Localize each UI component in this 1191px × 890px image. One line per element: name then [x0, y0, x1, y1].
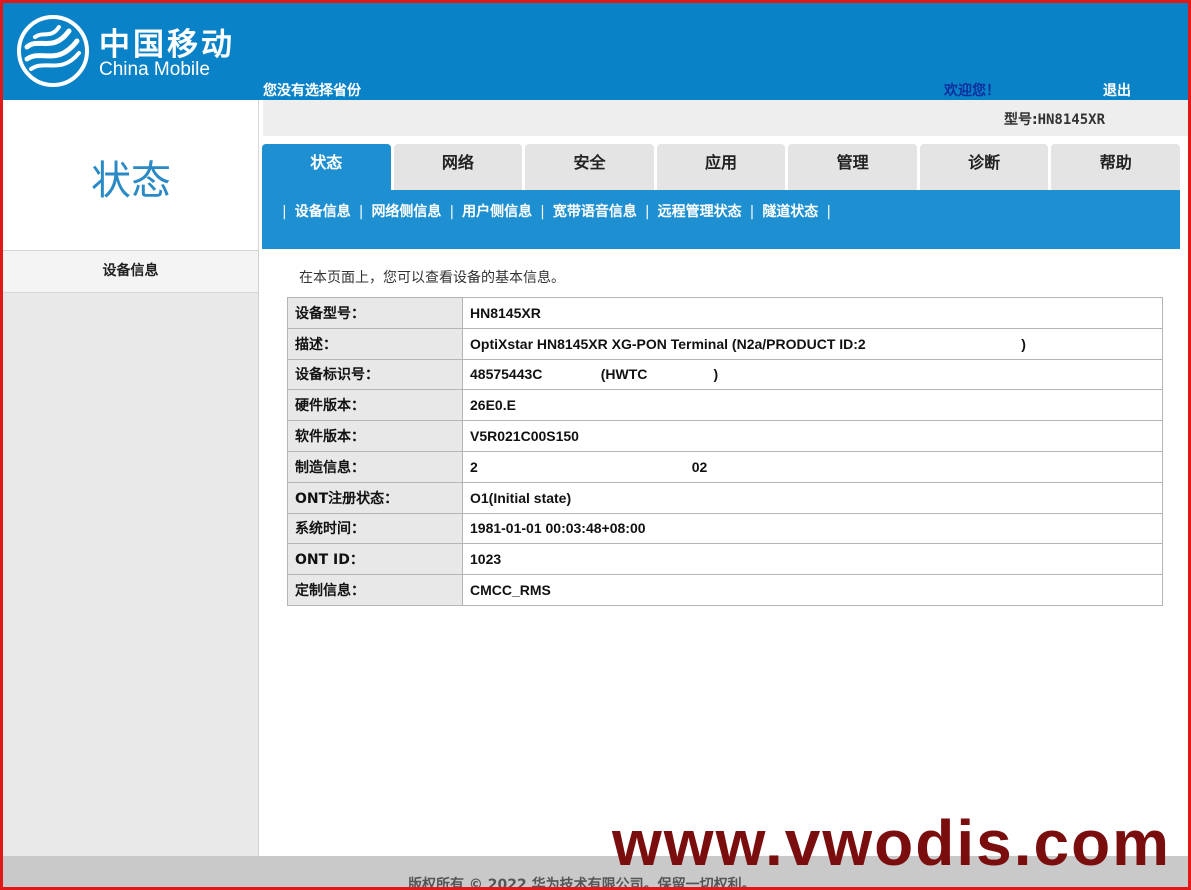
subnav-device-info[interactable]: 设备信息	[295, 204, 351, 220]
subnav-separator: |	[282, 204, 287, 220]
field-value-software-version: V5R021C00S150	[462, 420, 1163, 452]
field-label-ont-registration-status: ONT注册状态：	[287, 481, 463, 514]
subnav-separator: |	[749, 204, 755, 220]
field-value-hardware-version: 26E0.E	[462, 389, 1163, 422]
subnav-separator: |	[644, 204, 650, 220]
field-value-description: OptiXstar HN8145XR XG-PON Terminal (N2a/…	[462, 327, 1163, 360]
table-row: 定制信息： CMCC_RMS	[287, 574, 1163, 606]
field-value-ont-registration-status: O1(Initial state)	[462, 481, 1163, 514]
subnav-remote-management-status[interactable]: 远程管理状态	[658, 204, 742, 220]
table-row: 设备标识号： 48575443C (HWTC )	[287, 358, 1163, 391]
subnav-voice-info[interactable]: 宽带语音信息	[553, 204, 637, 220]
table-row: 设备型号： HN8145XR	[287, 297, 1163, 329]
field-label-device-model: 设备型号：	[287, 297, 463, 329]
main-tabs: 状态 网络 安全 应用 管理 诊断 帮助	[262, 144, 1181, 190]
table-row: 系统时间： 1981-01-01 00:03:48+08:00	[287, 512, 1163, 545]
china-mobile-logo-icon	[17, 15, 89, 87]
tab-application[interactable]: 应用	[656, 144, 786, 190]
sidebar-item-device-info[interactable]: 设备信息	[3, 250, 258, 293]
model-label: 型号:	[1003, 112, 1038, 128]
table-row: 制造信息： 2 02	[287, 450, 1163, 483]
subnav-separator: |	[540, 204, 545, 220]
tab-security[interactable]: 安全	[525, 144, 654, 190]
tab-status[interactable]: 状态	[262, 144, 391, 190]
table-row: 描述： OptiXstar HN8145XR XG-PON Terminal (…	[287, 327, 1163, 360]
field-label-custom-info: 定制信息：	[287, 574, 463, 606]
brand-name-cn: 中国移动	[99, 27, 235, 63]
model-value: HN8145XR	[1037, 112, 1105, 128]
field-label-device-id: 设备标识号：	[287, 358, 463, 391]
tab-diagnosis[interactable]: 诊断	[919, 144, 1049, 190]
subnav-separator: |	[358, 204, 364, 220]
model-info: 型号:HN8145XR	[1004, 109, 1105, 129]
page-title: 状态	[91, 158, 171, 204]
field-label-description: 描述：	[287, 327, 463, 360]
field-value-manufacture-info: 2 02	[462, 450, 1163, 483]
logout-link[interactable]: 退出	[1103, 80, 1131, 100]
tab-help[interactable]: 帮助	[1051, 144, 1181, 190]
table-row: ONT ID： 1023	[287, 543, 1163, 576]
intro-text: 在本页面上，您可以查看设备的基本信息。	[299, 270, 565, 286]
top-header: 中国移动 China Mobile 您没有选择省份 欢迎您！ 退出	[3, 3, 1188, 100]
sub-navigation: | 设备信息 | 网络侧信息 | 用户侧信息 | 宽带语音信息 | 远程管理状态 | 隧道状态 |	[262, 190, 1180, 249]
table-row: 硬件版本： 26E0.E	[287, 389, 1163, 422]
field-label-system-time: 系统时间：	[287, 512, 463, 545]
left-sidebar: 设备信息	[3, 250, 259, 856]
field-value-device-id: 48575443C (HWTC )	[462, 358, 1163, 391]
field-label-software-version: 软件版本：	[287, 420, 463, 452]
field-value-custom-info: CMCC_RMS	[462, 574, 1163, 606]
subnav-tunnel-status[interactable]: 隧道状态	[762, 204, 818, 220]
brand-name-en: China Mobile	[99, 59, 210, 80]
field-label-ont-id: ONT ID：	[287, 543, 463, 576]
welcome-text: 欢迎您！	[944, 83, 1000, 99]
subnav-user-side-info[interactable]: 用户侧信息	[462, 204, 532, 220]
subnav-network-side-info[interactable]: 网络侧信息	[371, 204, 441, 220]
field-value-device-model: HN8145XR	[462, 297, 1163, 329]
device-info-table: 设备型号： HN8145XR 描述： OptiXstar HN8145XR XG…	[287, 297, 1163, 606]
subnav-separator: |	[826, 204, 832, 220]
tab-management[interactable]: 管理	[788, 144, 917, 190]
field-label-hardware-version: 硬件版本：	[287, 389, 463, 422]
model-bar: 型号:HN8145XR	[263, 100, 1188, 136]
watermark-text: www.vwodis.com	[612, 807, 1172, 879]
tab-network[interactable]: 网络	[393, 144, 523, 190]
table-row: ONT注册状态： O1(Initial state)	[287, 481, 1163, 514]
province-label: 您没有选择省份	[263, 83, 361, 99]
field-label-manufacture-info: 制造信息：	[287, 450, 463, 483]
subnav-separator: |	[449, 204, 455, 220]
table-row: 软件版本： V5R021C00S150	[287, 420, 1163, 452]
field-value-system-time: 1981-01-01 00:03:48+08:00	[462, 512, 1163, 545]
field-value-ont-id: 1023	[462, 543, 1163, 576]
left-title-panel: 状态	[3, 100, 259, 250]
